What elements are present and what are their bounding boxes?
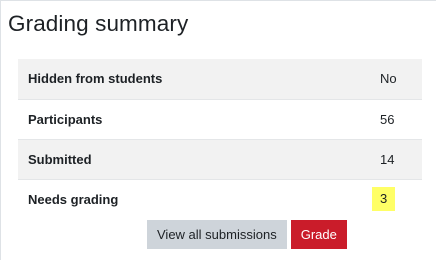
row-label: Submitted xyxy=(18,138,368,179)
row-label: Participants xyxy=(18,98,368,139)
row-value: No xyxy=(380,71,397,87)
table-row-hidden-from-students: Hidden from students No xyxy=(18,59,422,99)
table-row-participants: Participants 56 xyxy=(18,98,422,139)
row-label: Hidden from students xyxy=(28,71,163,87)
grading-summary-card: Grading summary Hidden from students No … xyxy=(0,0,436,260)
row-value-cell: 3 xyxy=(368,178,422,219)
page-title: Grading summary xyxy=(8,11,189,36)
action-buttons: View all submissions Grade xyxy=(147,220,347,249)
table-row-needs-grading: Needs grading 3 xyxy=(18,178,422,219)
row-label: Needs grading xyxy=(18,178,368,219)
grade-button[interactable]: Grade xyxy=(290,220,347,249)
row-value: 14 xyxy=(368,138,422,179)
grading-summary-table: Hidden from students No Participants 56 … xyxy=(18,59,422,219)
table-row-submitted: Submitted 14 xyxy=(18,138,422,179)
needs-grading-highlight: 3 xyxy=(372,187,396,212)
view-all-submissions-button[interactable]: View all submissions xyxy=(147,220,287,249)
row-value: 56 xyxy=(368,98,422,139)
